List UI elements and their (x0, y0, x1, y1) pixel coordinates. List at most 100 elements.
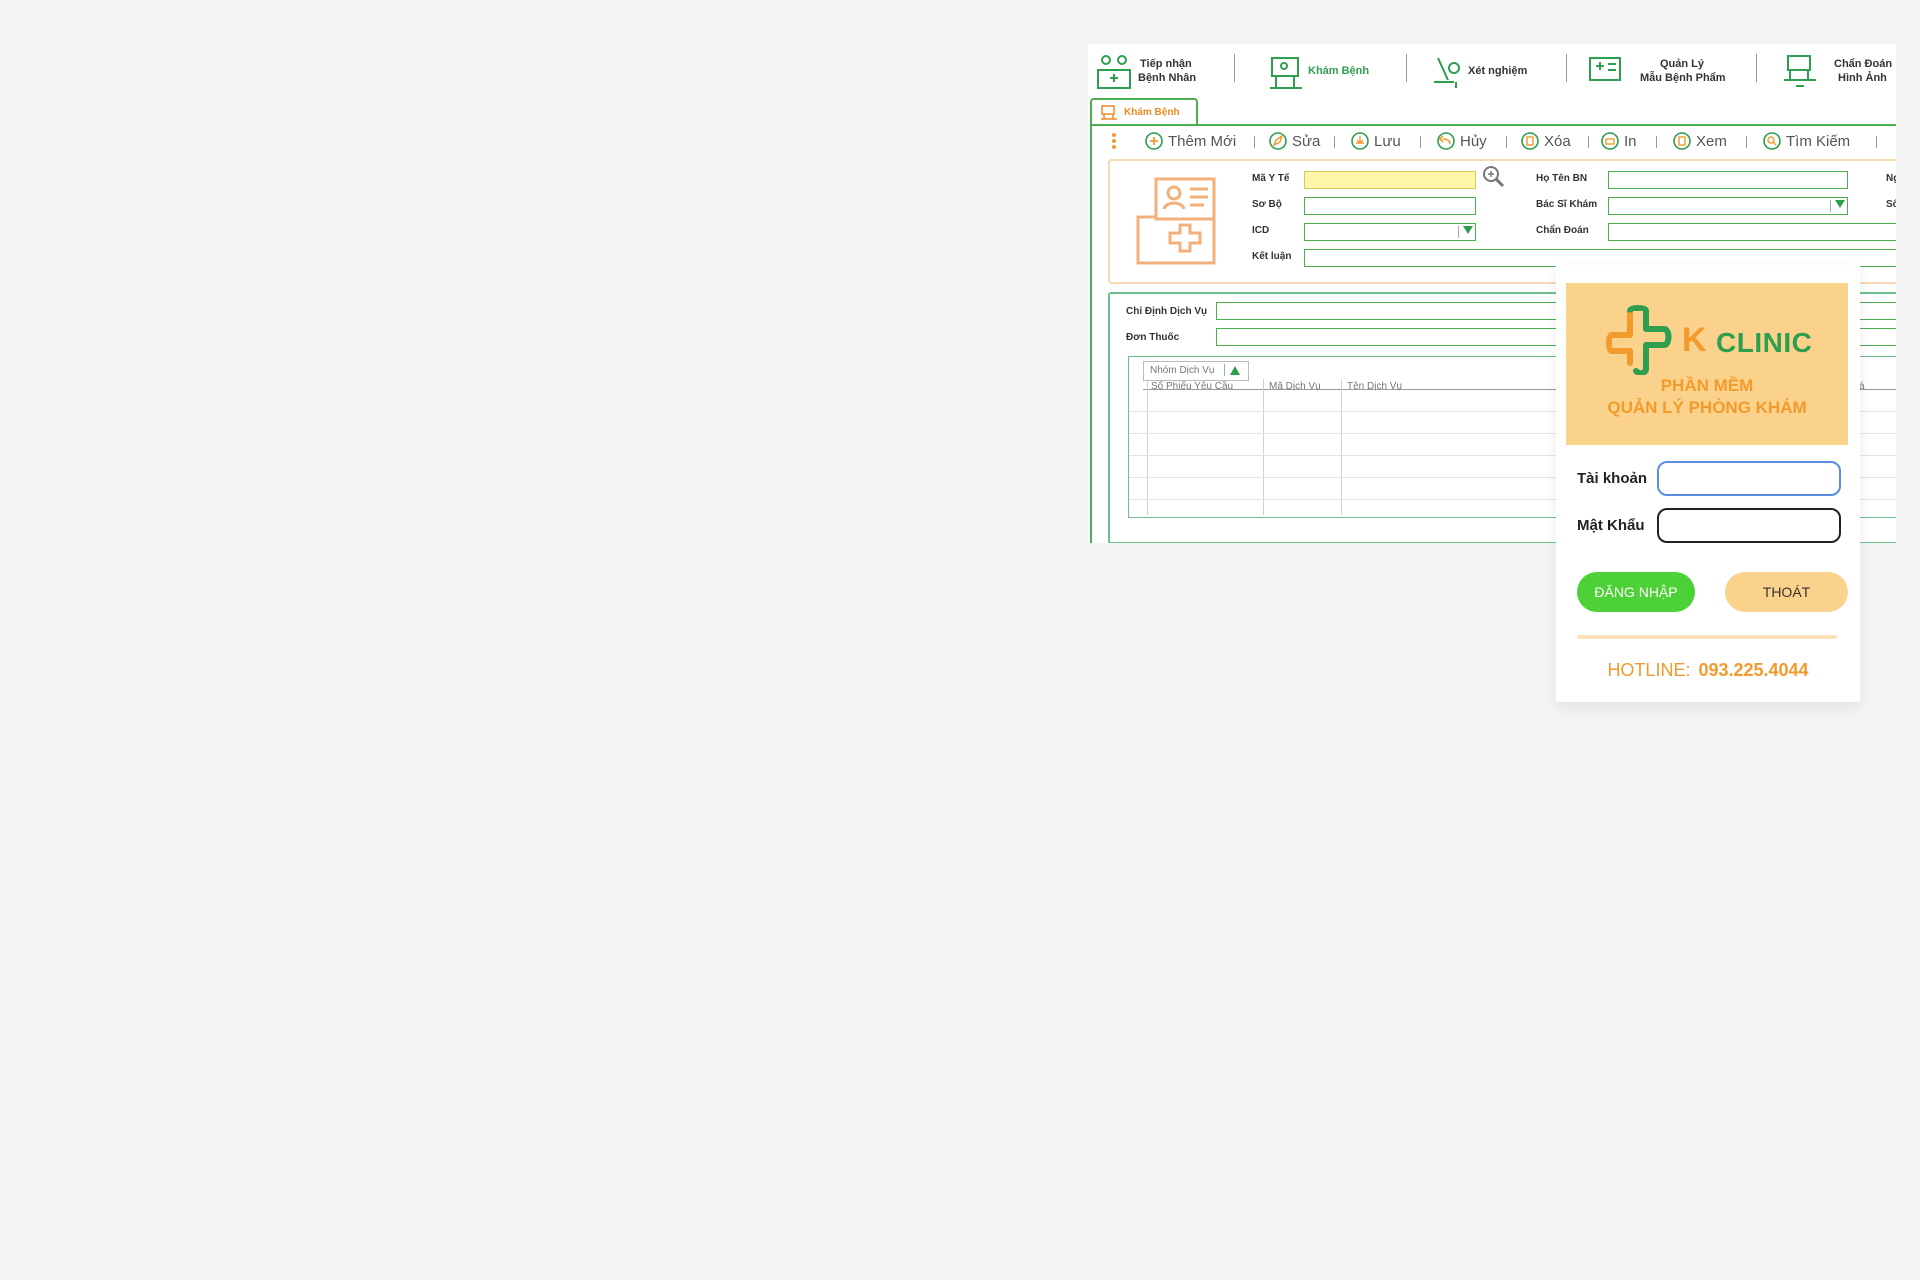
chip-separator (1224, 364, 1225, 376)
print-button[interactable]: In (1600, 130, 1637, 152)
search-icon (1763, 132, 1781, 150)
brand-banner: K CLINIC PHẦN MỀM QUẢN LÝ PHÒNG KHÁM (1566, 283, 1848, 445)
dropdown-separator (1458, 226, 1459, 238)
don-thuoc-label: Đơn Thuốc (1126, 332, 1180, 343)
save-icon (1351, 132, 1369, 150)
nav-item-kham-benh[interactable]: Khám Bệnh (1266, 48, 1396, 100)
toolbar-separator (1420, 136, 1421, 148)
view-button[interactable]: Xem (1672, 130, 1727, 152)
save-button[interactable]: Lưu (1350, 130, 1401, 152)
so-bo-label: Sơ Bộ (1252, 199, 1282, 210)
lookup-icon[interactable] (1482, 165, 1506, 189)
tab-underline (1090, 124, 1896, 126)
login-button[interactable]: ĐĂNG NHẬP (1577, 572, 1695, 612)
add-icon (1145, 132, 1163, 150)
cancel-label: Hủy (1460, 132, 1487, 150)
password-label: Mật Khẩu (1577, 517, 1645, 534)
cut-label-1: Ng (1886, 173, 1896, 184)
col-header-so-phieu: Số Phiếu Yêu Cầu (1151, 381, 1234, 392)
nav-label-line1: Quản Lý (1660, 58, 1705, 70)
nav-label-line1: Khám Bệnh (1308, 65, 1370, 77)
password-input[interactable] (1657, 508, 1841, 543)
nav-item-xet-nghiem[interactable]: Xét nghiệm (1426, 48, 1556, 100)
icd-select[interactable] (1304, 223, 1476, 241)
more-options-icon[interactable] (1112, 132, 1116, 155)
cut-label-2: Số (1886, 199, 1896, 210)
add-new-button[interactable]: Thêm Mới (1144, 130, 1236, 152)
toolbar-separator (1746, 136, 1747, 148)
cancel-button[interactable]: Hủy (1436, 130, 1487, 152)
grid-vline (1147, 379, 1148, 515)
username-label: Tài khoản (1577, 470, 1648, 487)
hotline-label: HOTLINE: (1607, 660, 1691, 680)
chevron-down-icon (1835, 200, 1845, 208)
login-dialog: K CLINIC PHẦN MỀM QUẢN LÝ PHÒNG KHÁM Tài… (1556, 265, 1860, 702)
group-by-label: Nhóm Dịch Vụ (1150, 365, 1215, 376)
reception-desk-icon (1097, 55, 1131, 89)
undo-icon (1437, 132, 1455, 150)
edit-label: Sửa (1292, 132, 1321, 150)
nav-separator (1756, 54, 1757, 82)
chan-doan-input[interactable] (1608, 223, 1896, 241)
so-bo-input[interactable] (1304, 197, 1476, 215)
nav-label-line1: Xét nghiệm (1468, 65, 1528, 77)
print-label: In (1624, 132, 1637, 150)
group-by-chip[interactable]: Nhóm Dịch Vụ (1143, 361, 1249, 381)
nav-label-line2: Bệnh Nhân (1138, 72, 1197, 84)
nav-separator (1566, 54, 1567, 82)
edit-icon (1269, 132, 1287, 150)
divider (1577, 635, 1837, 639)
examination-icon (1270, 57, 1302, 89)
grid-vline (1341, 379, 1342, 515)
nav-label-line1: Tiếp nhận (1140, 58, 1192, 70)
imaging-icon (1784, 55, 1816, 87)
toolbar-separator (1254, 136, 1255, 148)
dropdown-separator (1830, 200, 1831, 212)
nav-label-line1: Chẩn Đoán (1834, 58, 1893, 70)
nav-separator (1234, 54, 1235, 82)
add-new-label: Thêm Mới (1168, 132, 1237, 150)
brand-tagline-2: QUẢN LÝ PHÒNG KHÁM (1607, 398, 1807, 417)
grid-vline (1263, 379, 1264, 515)
search-button[interactable]: Tìm Kiếm (1762, 130, 1850, 152)
nav-item-mau-benh-pham[interactable]: Quản Lý Mẫu Bệnh Phẩm (1586, 48, 1736, 100)
icd-label: ICD (1252, 225, 1270, 236)
toolbar-separator (1506, 136, 1507, 148)
specimen-icon (1589, 57, 1621, 81)
chevron-down-icon (1463, 226, 1473, 234)
brand-k: K (1682, 321, 1707, 359)
toolbar-separator (1334, 136, 1335, 148)
delete-button[interactable]: Xóa (1520, 130, 1571, 152)
nav-label-line2: Hình Ảnh (1838, 72, 1887, 84)
bac-si-select[interactable] (1608, 197, 1848, 215)
col-header-ten-dich-vu: Tên Dịch Vụ (1347, 381, 1403, 392)
nav-separator (1406, 54, 1407, 82)
nav-item-chan-doan-hinh-anh[interactable]: Chẩn Đoán Hình Ảnh (1780, 48, 1896, 100)
lab-test-icon (1434, 57, 1460, 88)
chan-doan-label: Chẩn Đoán (1536, 225, 1589, 236)
ma-y-te-input[interactable] (1304, 171, 1476, 189)
patient-folder-icon (1136, 177, 1216, 265)
view-label: Xem (1696, 132, 1727, 150)
ket-luan-label: Kết luận (1252, 251, 1292, 262)
username-input[interactable] (1657, 461, 1841, 496)
sort-ascending-icon (1230, 366, 1240, 375)
edit-button[interactable]: Sửa (1268, 130, 1320, 152)
tab-kham-benh[interactable]: Khám Bệnh (1090, 98, 1198, 126)
delete-label: Xóa (1544, 132, 1571, 150)
ho-ten-label: Họ Tên BN (1536, 173, 1588, 184)
save-label: Lưu (1374, 132, 1401, 150)
print-icon (1601, 132, 1619, 150)
view-icon (1673, 132, 1691, 150)
chi-dinh-dich-vu-label: Chỉ Định Dịch Vụ (1126, 306, 1208, 317)
ho-ten-input[interactable] (1608, 171, 1848, 189)
frame-border (1090, 124, 1092, 543)
hotline-number: 093.225.4044 (1698, 660, 1809, 680)
brand-tagline-1: PHẦN MỀM (1660, 376, 1754, 395)
toolbar-separator (1876, 136, 1877, 148)
brand-clinic: CLINIC (1716, 327, 1813, 358)
toolbar-separator (1656, 136, 1657, 148)
nav-item-tiep-nhan[interactable]: Tiếp nhận Bệnh Nhân (1094, 48, 1204, 100)
search-label: Tìm Kiếm (1786, 132, 1851, 150)
exit-button[interactable]: THOÁT (1725, 572, 1848, 612)
